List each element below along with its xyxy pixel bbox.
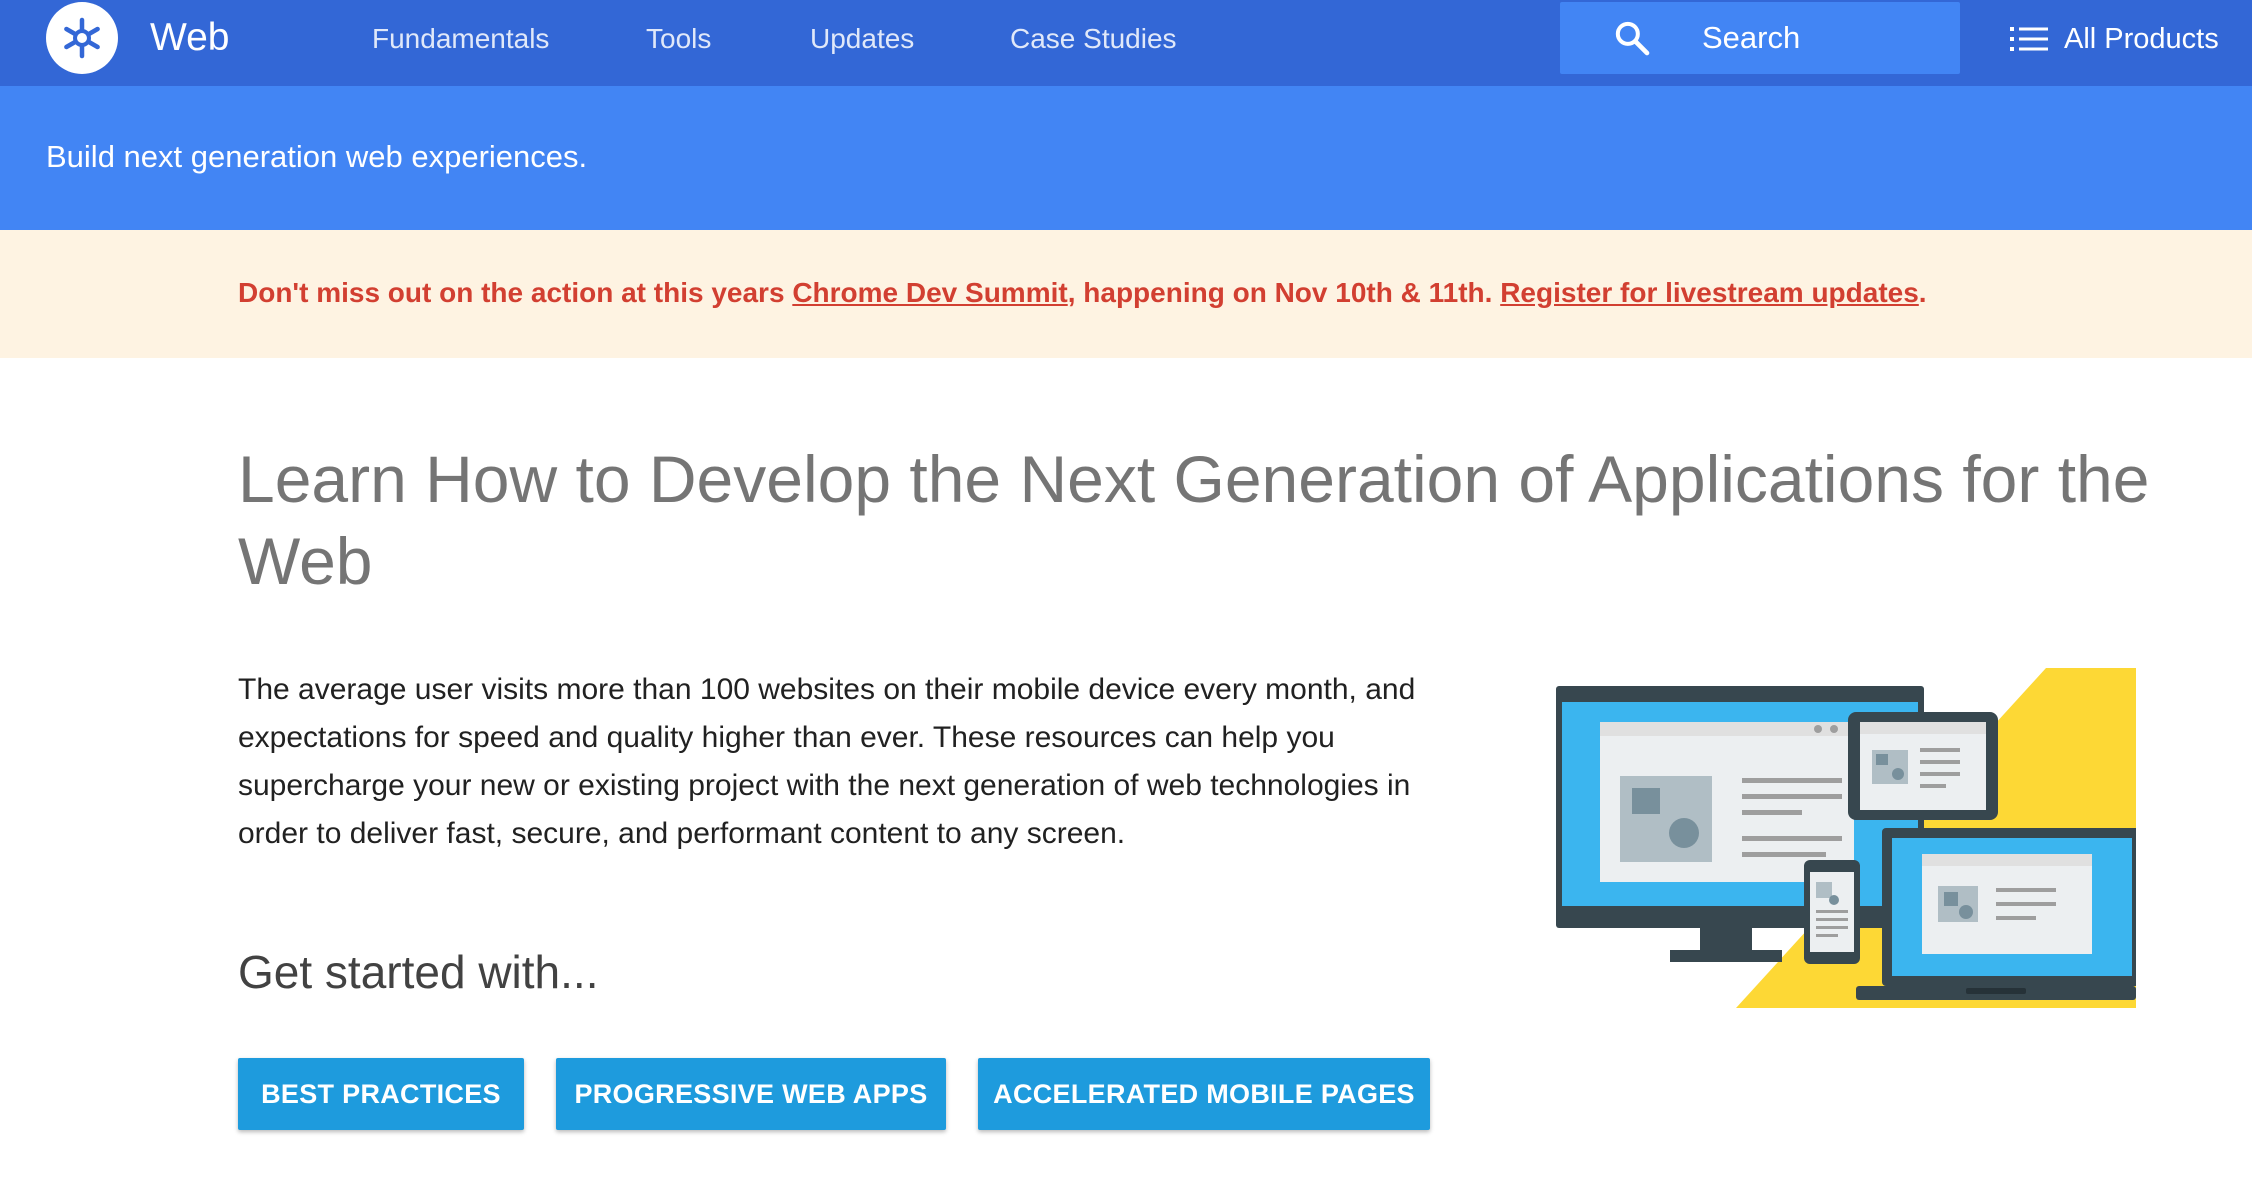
site-brand-title[interactable]: Web (150, 15, 230, 61)
search-icon[interactable] (1612, 18, 1652, 58)
announcement-text-part: . (1918, 277, 1927, 308)
devsite-web-logo-icon[interactable] (46, 2, 118, 74)
best-practices-button[interactable]: BEST PRACTICES (238, 1058, 524, 1130)
announcement-banner: Don't miss out on the action at this yea… (0, 230, 2252, 358)
announcement-text-part: , happening on Nov 10th & 11th. (1067, 277, 1501, 308)
all-products-label: All Products (2064, 23, 2219, 55)
page-title: Learn How to Develop the Next Generation… (238, 442, 2150, 598)
nav-link-fundamentals[interactable]: Fundamentals (372, 22, 549, 56)
chrome-dev-summit-link[interactable]: Chrome Dev Summit (792, 277, 1067, 308)
register-livestream-link[interactable]: Register for livestream updates (1500, 277, 1919, 308)
progressive-web-apps-button[interactable]: PROGRESSIVE WEB APPS (556, 1058, 946, 1130)
banner-tagline: Build next generation web experiences. (46, 139, 588, 174)
hero-banner: Build next generation web experiences. (0, 86, 2252, 230)
menu-list-icon (2010, 27, 2048, 51)
announcement-text: Don't miss out on the action at this yea… (238, 276, 1927, 310)
multi-device-illustration (1556, 668, 2136, 1008)
all-products-button[interactable]: All Products (2010, 20, 2219, 58)
get-started-heading: Get started with... (238, 946, 599, 998)
nav-link-tools[interactable]: Tools (646, 22, 711, 56)
announcement-text-part: Don't miss out on the action at this yea… (238, 277, 793, 308)
search-input[interactable] (1702, 2, 1942, 74)
nav-link-updates[interactable]: Updates (810, 22, 914, 56)
search-box[interactable] (1560, 2, 1960, 74)
top-app-bar: Web Fundamentals Tools Updates Case Stud… (0, 0, 2252, 86)
intro-paragraph: The average user visits more than 100 we… (238, 673, 1416, 850)
accelerated-mobile-pages-button[interactable]: ACCELERATED MOBILE PAGES (978, 1058, 1430, 1130)
nav-link-case-studies[interactable]: Case Studies (1010, 22, 1177, 56)
